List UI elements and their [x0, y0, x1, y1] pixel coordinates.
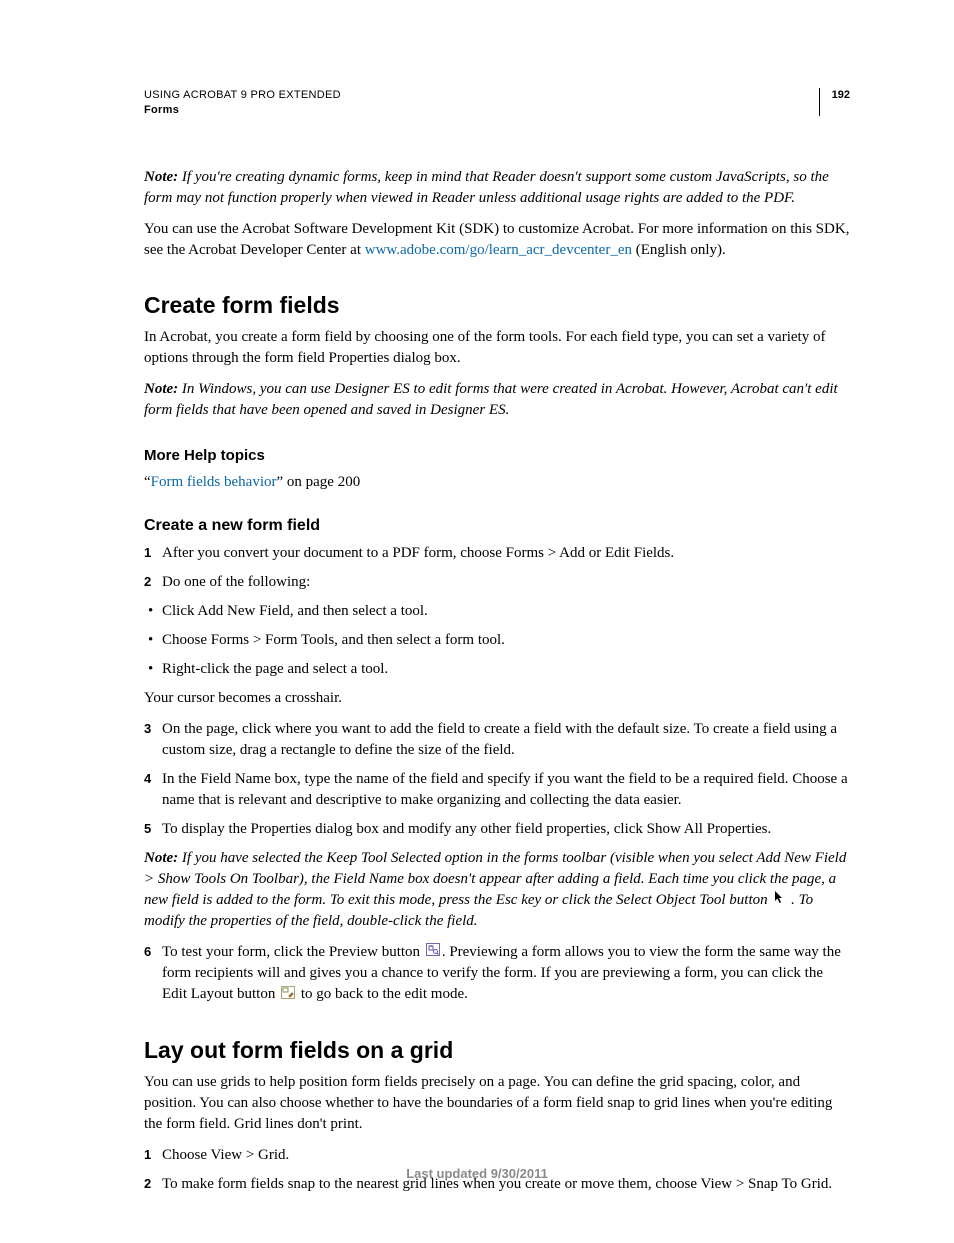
header-left: USING ACROBAT 9 PRO EXTENDED Forms: [144, 88, 819, 119]
grid-p1: You can use grids to help position form …: [144, 1072, 850, 1135]
step-text: After you convert your document to a PDF…: [162, 543, 850, 564]
create-fields-note: Note: In Windows, you can use Designer E…: [144, 379, 850, 421]
step2-bullets: Click Add New Field, and then select a t…: [144, 601, 850, 680]
intro-note: Note: If you're creating dynamic forms, …: [144, 167, 850, 209]
step-1: 1After you convert your document to a PD…: [144, 543, 850, 564]
product-name: USING ACROBAT 9 PRO EXTENDED: [144, 88, 819, 103]
steps-create-new-cont: 3On the page, click where you want to ad…: [144, 719, 850, 840]
step-text: Do one of the following:: [162, 572, 850, 593]
select-object-tool-icon: [773, 890, 785, 911]
step-1: 1Choose View > Grid.: [144, 1145, 850, 1166]
help-tail: ” on page 200: [276, 474, 360, 490]
page-number: 192: [819, 88, 850, 116]
more-help-line: “Form fields behavior” on page 200: [144, 472, 850, 493]
step-4: 4In the Field Name box, type the name of…: [144, 769, 850, 811]
list-item: Right-click the page and select a tool.: [162, 659, 850, 680]
steps-create-new-6: 6 To test your form, click the Preview b…: [144, 942, 850, 1005]
step-text: On the page, click where you want to add…: [162, 719, 850, 761]
create-fields-p1: In Acrobat, you create a form field by c…: [144, 327, 850, 369]
crosshair-note: Your cursor becomes a crosshair.: [144, 688, 850, 709]
step-text: Choose View > Grid.: [162, 1145, 850, 1166]
section-name: Forms: [144, 103, 819, 118]
footer-updated: Last updated 9/30/2011: [0, 1165, 954, 1183]
step-text: In the Field Name box, type the name of …: [162, 769, 850, 811]
step-5: 5To display the Properties dialog box an…: [144, 819, 850, 840]
note-label: Note:: [144, 169, 178, 185]
step-text: To test your form, click the Preview but…: [162, 942, 850, 1005]
page-header: USING ACROBAT 9 PRO EXTENDED Forms 192: [144, 88, 850, 119]
note-label: Note:: [144, 381, 178, 397]
heading-more-help: More Help topics: [144, 445, 850, 466]
help-link[interactable]: Form fields behavior: [151, 474, 277, 490]
sdk-post: (English only).: [632, 242, 726, 258]
heading-layout-grid: Lay out form fields on a grid: [144, 1034, 850, 1066]
step-text: To display the Properties dialog box and…: [162, 819, 850, 840]
note-text: If you're creating dynamic forms, keep i…: [144, 169, 829, 206]
steps-create-new: 1After you convert your document to a PD…: [144, 543, 850, 593]
quote-open: “: [144, 474, 151, 490]
keep-tool-note: Note: If you have selected the Keep Tool…: [144, 848, 850, 932]
note-label: Note:: [144, 850, 178, 866]
step-6: 6 To test your form, click the Preview b…: [144, 942, 850, 1005]
step-2: 2Do one of the following:: [144, 572, 850, 593]
sdk-link[interactable]: www.adobe.com/go/learn_acr_devcenter_en: [365, 242, 632, 258]
preview-icon: [426, 942, 440, 963]
step6-post: to go back to the edit mode.: [297, 986, 468, 1002]
step-3: 3On the page, click where you want to ad…: [144, 719, 850, 761]
heading-create-new-field: Create a new form field: [144, 515, 850, 537]
sdk-paragraph: You can use the Acrobat Software Develop…: [144, 219, 850, 261]
step6-pre: To test your form, click the Preview but…: [162, 944, 424, 960]
note-text: In Windows, you can use Designer ES to e…: [144, 381, 838, 418]
list-item: Click Add New Field, and then select a t…: [162, 601, 850, 622]
edit-layout-icon: [281, 985, 295, 1006]
heading-create-form-fields: Create form fields: [144, 289, 850, 321]
list-item: Choose Forms > Form Tools, and then sele…: [162, 630, 850, 651]
note-text-1: If you have selected the Keep Tool Selec…: [144, 850, 846, 908]
